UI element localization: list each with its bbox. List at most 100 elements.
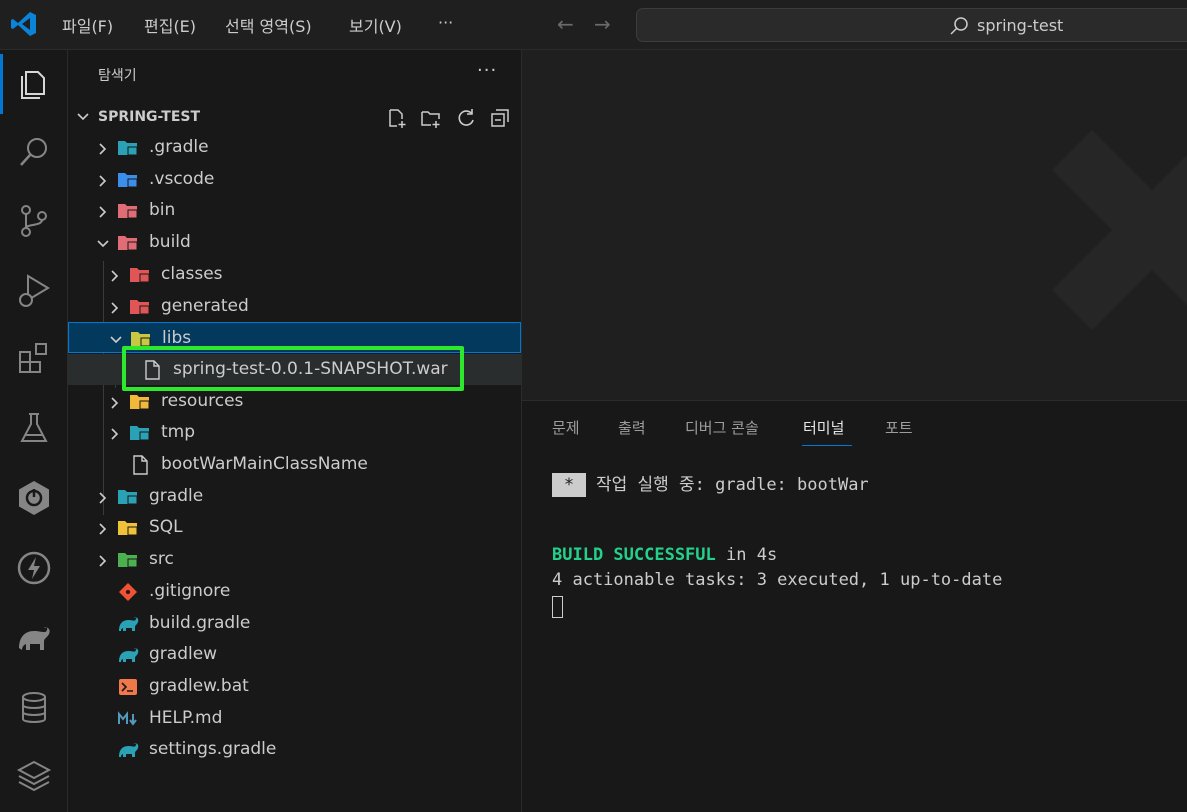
explorer-icon[interactable] [14, 64, 54, 104]
tree-folder-row[interactable]: .vscode [68, 164, 521, 195]
new-file-icon[interactable] [386, 107, 408, 129]
tree-item-label: build [149, 232, 191, 253]
chevron-right-icon[interactable] [108, 268, 122, 282]
forward-arrow-icon[interactable]: → [594, 12, 611, 36]
gradle-file-icon [117, 614, 139, 634]
tab-output[interactable]: 출력 [618, 417, 646, 438]
tree-file-row[interactable]: bootWarMainClassName [68, 449, 521, 480]
gradle-icon[interactable] [14, 618, 54, 658]
tree-folder-row[interactable]: .gradle [68, 132, 521, 163]
terminal-build-line: BUILD SUCCESSFUL in 4s [552, 545, 777, 565]
tree-folder-row[interactable]: SQL [68, 512, 521, 543]
activity-bar [0, 50, 68, 812]
tree-item-label: build.gradle [149, 612, 251, 633]
terminal-tasks-line: 4 actionable tasks: 3 executed, 1 up-to-… [552, 570, 1003, 590]
tab-terminal[interactable]: 터미널 [803, 417, 844, 438]
tab-ports[interactable]: 포트 [885, 417, 913, 438]
command-center-search[interactable]: spring-test [636, 8, 1187, 42]
tree-file-row[interactable]: settings.gradle [68, 734, 521, 765]
tree-file-row[interactable]: gradlew.bat [68, 671, 521, 702]
tab-problems[interactable]: 문제 [552, 417, 580, 438]
workspace-section-header[interactable]: SPRING-TEST [68, 102, 522, 132]
classes-folder-icon [129, 265, 151, 285]
chevron-right-icon[interactable] [96, 173, 110, 187]
chevron-right-icon[interactable] [96, 204, 110, 218]
extensions-icon[interactable] [14, 338, 54, 378]
spring-boot-icon[interactable] [14, 478, 54, 518]
tree-item-label: .gitignore [149, 580, 231, 601]
tree-item-label: SQL [149, 517, 183, 538]
chevron-down-icon [77, 113, 89, 121]
resources-folder-icon [129, 392, 151, 412]
menu-more[interactable]: ··· [438, 13, 453, 32]
chevron-right-icon[interactable] [108, 426, 122, 440]
run-debug-icon[interactable] [14, 270, 54, 310]
search-icon [950, 17, 968, 35]
gradle-folder-icon [117, 487, 139, 507]
tree-item-label: .gradle [149, 137, 209, 157]
search-text: spring-test [977, 16, 1064, 35]
more-actions-button[interactable]: ··· [477, 60, 497, 81]
editor-area [522, 50, 1187, 400]
back-arrow-icon[interactable]: ← [557, 12, 574, 36]
chevron-down-icon[interactable] [96, 236, 110, 250]
tree-folder-row[interactable]: classes [68, 259, 521, 290]
sql-folder-icon [117, 518, 139, 538]
tmp-folder-icon [129, 423, 151, 443]
menu-selection[interactable]: 선택 영역(S) [225, 13, 312, 37]
tree-item-label: classes [161, 263, 223, 284]
vscode-logo-icon[interactable] [10, 10, 38, 38]
thunder-client-icon[interactable] [14, 548, 54, 588]
chevron-right-icon[interactable] [96, 553, 110, 567]
tree-file-row[interactable]: gradlew [68, 639, 521, 670]
refresh-icon[interactable] [455, 107, 477, 129]
src-folder-icon [117, 550, 139, 570]
file-icon [129, 455, 151, 475]
menu-file[interactable]: 파일(F) [62, 13, 113, 37]
active-indicator [0, 54, 3, 114]
terminal-task-line: * 작업 실행 중: gradle: bootWar [552, 470, 869, 497]
chevron-right-icon[interactable] [96, 141, 110, 155]
terminal-cursor[interactable] [552, 596, 563, 618]
gradle-folder-icon [117, 138, 139, 158]
highlight-annotation [122, 346, 464, 391]
bin-folder-icon [117, 201, 139, 221]
tree-file-row[interactable]: build.gradle [68, 608, 521, 639]
explorer-sidebar: 탐색기 ··· SPRING-TEST .gradle .vscode bin bui… [68, 50, 522, 812]
chevron-right-icon[interactable] [108, 395, 122, 409]
tree-item-label: settings.gradle [149, 739, 277, 760]
collapse-all-icon[interactable] [489, 107, 511, 129]
database-icon[interactable] [14, 688, 54, 728]
tree-folder-row[interactable]: bin [68, 195, 521, 226]
tree-item-label: .vscode [149, 168, 215, 189]
tree-folder-row[interactable]: gradle [68, 481, 521, 512]
active-tab-indicator [802, 445, 852, 446]
gradle-file-icon [117, 645, 139, 665]
chevron-right-icon[interactable] [96, 521, 110, 535]
title-bar: 파일(F) 편집(E) 선택 영역(S) 보기(V) ··· ← → sprin… [0, 0, 1187, 50]
tree-folder-row[interactable]: tmp [68, 417, 521, 448]
tree-folder-row[interactable]: src [68, 544, 521, 575]
menu-edit[interactable]: 편집(E) [144, 13, 196, 37]
source-control-icon[interactable] [14, 200, 54, 240]
chevron-right-icon[interactable] [108, 300, 122, 314]
search-icon[interactable] [14, 132, 54, 172]
tree-item-label: gradle [149, 485, 204, 506]
chevron-right-icon[interactable] [96, 490, 110, 504]
tree-folder-row[interactable]: build [68, 227, 521, 258]
testing-icon[interactable] [14, 408, 54, 448]
new-folder-icon[interactable] [420, 107, 442, 129]
menu-view[interactable]: 보기(V) [349, 13, 402, 37]
tree-folder-row[interactable]: generated [68, 291, 521, 322]
layers-icon[interactable] [14, 756, 54, 796]
tree-item-label: HELP.md [149, 707, 223, 728]
tab-debug-console[interactable]: 디버그 콘솔 [685, 417, 759, 438]
tree-file-row[interactable]: HELP.md [68, 703, 521, 734]
workspace-title: SPRING-TEST [98, 109, 201, 125]
task-text: 작업 실행 중: gradle: bootWar [596, 475, 869, 495]
chevron-down-icon[interactable] [109, 332, 123, 346]
tree-item-label: generated [161, 295, 249, 316]
tree-file-row[interactable]: .gitignore [68, 576, 521, 607]
vscode-folder-icon [117, 170, 139, 190]
git-icon [117, 582, 139, 602]
